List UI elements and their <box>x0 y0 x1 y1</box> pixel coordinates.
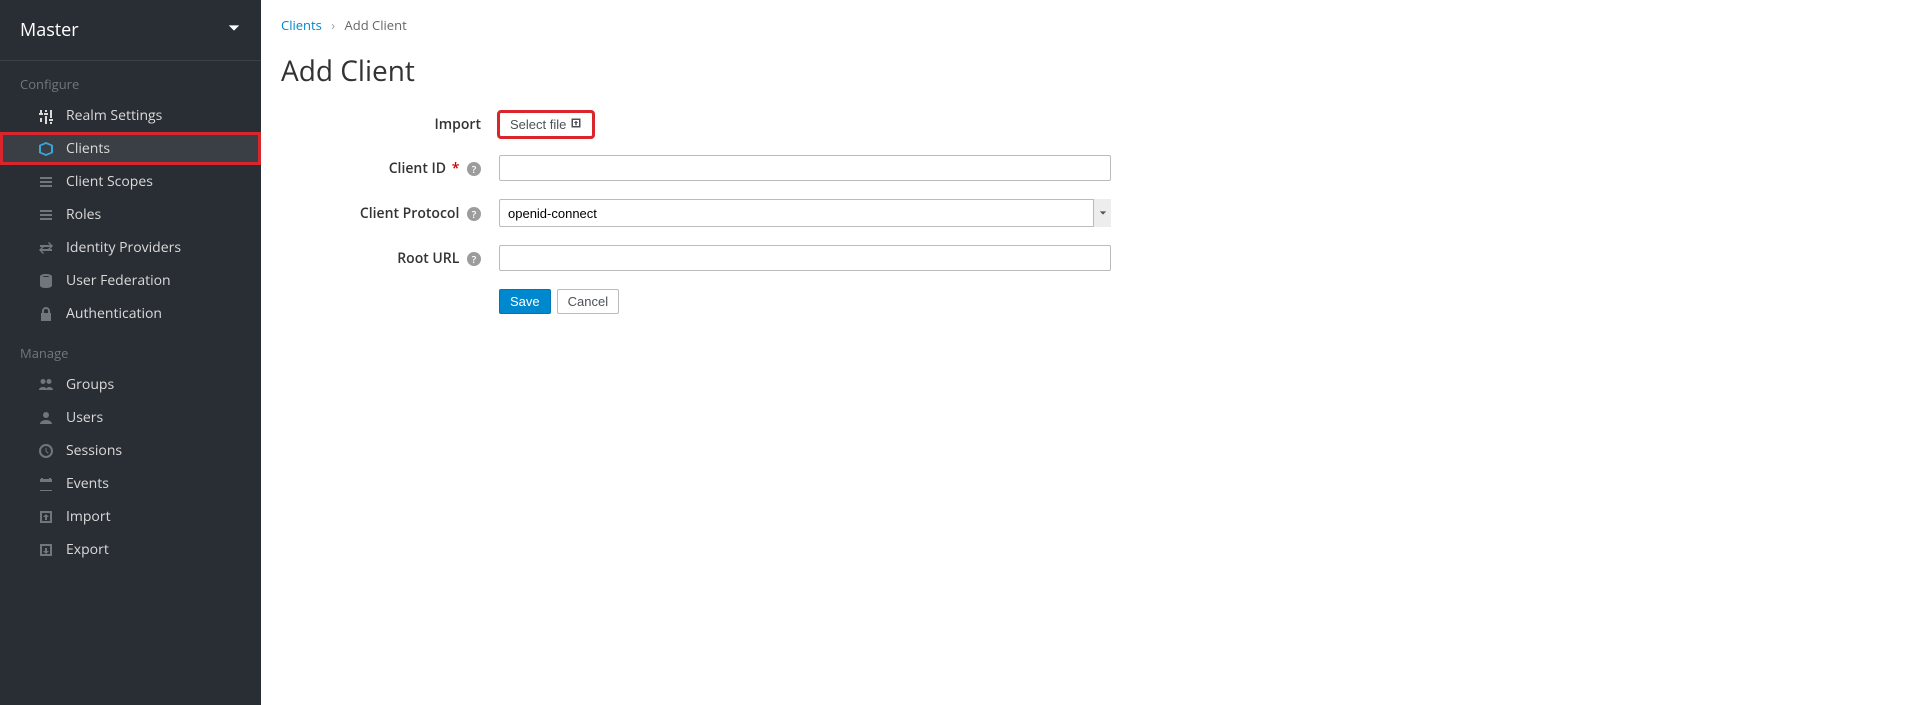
sidebar-item-import[interactable]: Import <box>0 500 261 533</box>
sidebar-item-label: Roles <box>66 205 101 224</box>
breadcrumb-parent-link[interactable]: Clients <box>281 16 322 34</box>
import-icon <box>570 117 582 132</box>
sidebar-item-label: Client Scopes <box>66 172 153 191</box>
sidebar-section-header: Manage <box>0 330 261 368</box>
sidebar-item-realm-settings[interactable]: Realm Settings <box>0 99 261 132</box>
lock-icon <box>38 306 54 322</box>
realm-name: Master <box>20 18 79 42</box>
sidebar-item-identity-providers[interactable]: Identity Providers <box>0 231 261 264</box>
calendar-icon <box>38 476 54 492</box>
client-id-input[interactable] <box>499 155 1111 181</box>
sidebar-item-label: Groups <box>66 375 114 394</box>
help-icon[interactable]: ? <box>467 252 481 266</box>
page-title: Add Client <box>281 52 1900 90</box>
sidebar-item-client-scopes[interactable]: Client Scopes <box>0 165 261 198</box>
select-file-button[interactable]: Select file <box>499 112 593 137</box>
sidebar-item-label: Users <box>66 408 103 427</box>
users-icon <box>38 377 54 393</box>
cancel-button[interactable]: Cancel <box>557 289 619 314</box>
sidebar-item-clients[interactable]: Clients <box>0 132 261 165</box>
sidebar-item-label: Events <box>66 474 109 493</box>
sidebar-item-user-federation[interactable]: User Federation <box>0 264 261 297</box>
sidebar-item-label: Identity Providers <box>66 238 181 257</box>
client-id-label: Client ID <box>389 159 446 178</box>
import-label: Import <box>281 115 499 134</box>
import-icon <box>38 509 54 525</box>
sidebar: Master Configure Realm Settings Clients Cli… <box>0 0 261 705</box>
sidebar-item-label: Clients <box>66 139 110 158</box>
sidebar-item-label: Import <box>66 507 111 526</box>
bars-icon <box>38 207 54 223</box>
sidebar-item-users[interactable]: Users <box>0 401 261 434</box>
list-icon <box>38 174 54 190</box>
sidebar-item-label: Realm Settings <box>66 106 162 125</box>
required-mark: * <box>452 159 460 178</box>
breadcrumb-separator: › <box>325 16 341 34</box>
database-icon <box>38 273 54 289</box>
sidebar-item-groups[interactable]: Groups <box>0 368 261 401</box>
clock-icon <box>38 443 54 459</box>
sidebar-item-roles[interactable]: Roles <box>0 198 261 231</box>
root-url-label: Root URL <box>397 249 459 268</box>
sidebar-item-export[interactable]: Export <box>0 533 261 566</box>
save-button[interactable]: Save <box>499 289 551 314</box>
sidebar-item-events[interactable]: Events <box>0 467 261 500</box>
add-client-form: Import Select file Client ID * ? <box>281 112 1393 314</box>
client-protocol-label: Client Protocol <box>360 204 460 223</box>
breadcrumb-current: Add Client <box>345 16 407 34</box>
client-protocol-select[interactable]: openid-connect <box>499 199 1111 227</box>
content-area: Clients › Add Client Add Client Import S… <box>261 0 1920 705</box>
export-icon <box>38 542 54 558</box>
user-icon <box>38 410 54 426</box>
help-icon[interactable]: ? <box>467 162 481 176</box>
chevron-down-icon <box>227 21 241 40</box>
sidebar-item-label: Export <box>66 540 109 559</box>
root-url-input[interactable] <box>499 245 1111 271</box>
sidebar-section-header: Configure <box>0 61 261 99</box>
sidebar-item-label: Authentication <box>66 304 162 323</box>
sliders-icon <box>38 108 54 124</box>
sidebar-item-sessions[interactable]: Sessions <box>0 434 261 467</box>
realm-selector[interactable]: Master <box>0 0 261 61</box>
exchange-icon <box>38 240 54 256</box>
sidebar-item-label: Sessions <box>66 441 122 460</box>
select-file-button-label: Select file <box>510 117 566 132</box>
sidebar-item-authentication[interactable]: Authentication <box>0 297 261 330</box>
sidebar-item-label: User Federation <box>66 271 171 290</box>
cube-icon <box>38 141 54 157</box>
help-icon[interactable]: ? <box>467 207 481 221</box>
breadcrumb: Clients › Add Client <box>281 10 1900 52</box>
